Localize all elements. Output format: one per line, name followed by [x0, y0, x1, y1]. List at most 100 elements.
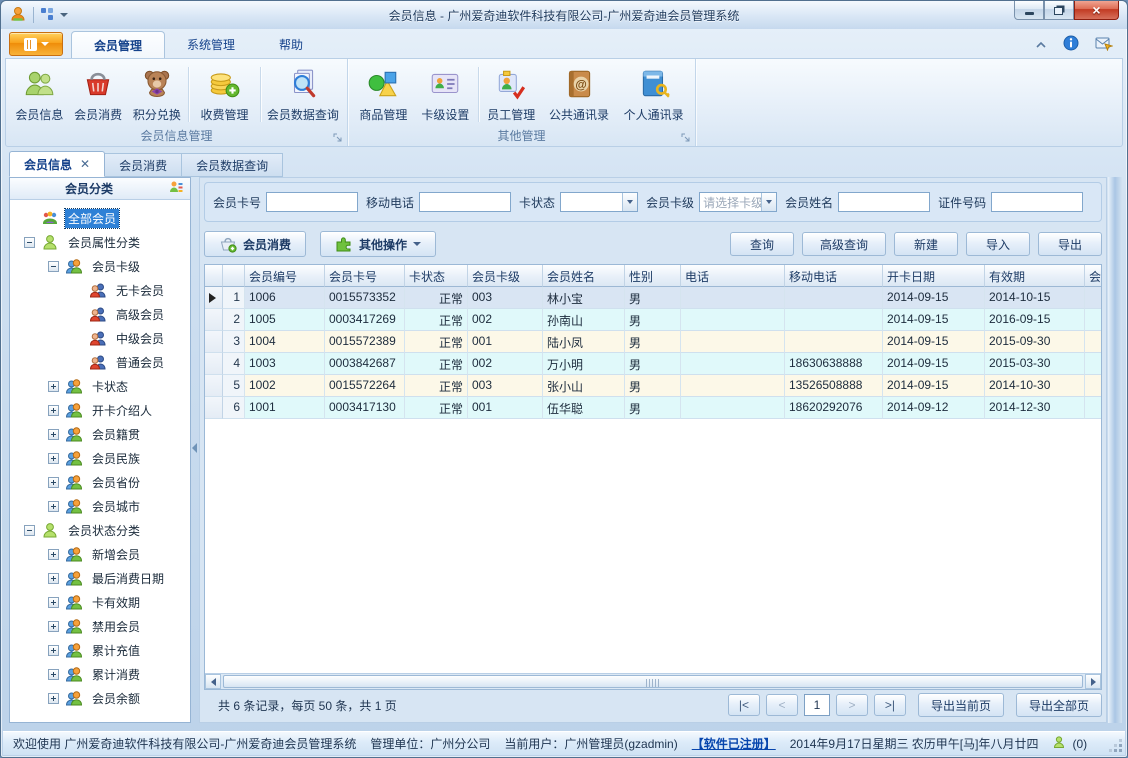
cell[interactable]: 0015572389: [325, 331, 405, 353]
cell[interactable]: [1085, 331, 1101, 353]
tree-item-label[interactable]: 会员属性分类: [65, 233, 143, 252]
expand-icon[interactable]: [48, 548, 59, 560]
tree-item-label[interactable]: 会员籍贯: [89, 425, 143, 444]
tree-item[interactable]: 禁用会员: [10, 614, 190, 638]
tree-item-label[interactable]: 中级会员: [113, 329, 167, 348]
cell[interactable]: 2014-10-30: [985, 375, 1085, 397]
export-all-pages-button[interactable]: 导出全部页: [1015, 693, 1102, 717]
expand-icon[interactable]: [48, 620, 59, 632]
mobile-input[interactable]: [419, 192, 512, 212]
ribbon-button-fee-mgmt[interactable]: 收费管理: [191, 61, 258, 128]
table-row[interactable]: 5 1002 0015572264 正常 003 张小山男 13526508888 2014-…: [205, 375, 1101, 397]
cell[interactable]: 男: [625, 353, 681, 375]
cell[interactable]: 2014-09-15: [883, 309, 985, 331]
tree-item[interactable]: 累计消费: [10, 662, 190, 686]
expand-icon[interactable]: [48, 380, 59, 392]
cell[interactable]: 2014-10-15: [985, 287, 1085, 309]
tree-item-label[interactable]: 累计消费: [89, 665, 143, 684]
ribbon-button-staff-mgmt[interactable]: 员工管理: [481, 61, 542, 128]
collapse-ribbon-icon[interactable]: [1035, 38, 1047, 52]
dialog-launcher-icon[interactable]: [680, 132, 692, 144]
ribbon-button-card-level-settings[interactable]: 卡级设置: [415, 61, 476, 128]
cell[interactable]: [1085, 287, 1101, 309]
column-header[interactable]: 有效期: [985, 265, 1085, 287]
ribbon-tab-system-mgmt[interactable]: 系统管理: [165, 31, 257, 58]
doc-tab-member-info[interactable]: 会员信息 ✕: [9, 151, 106, 177]
cell[interactable]: 林小宝: [543, 287, 625, 309]
cell[interactable]: 伍华聪: [543, 397, 625, 419]
table-row[interactable]: 1 1006 0015573352 正常 003 林小宝男 2014-09-15 2014-1…: [205, 287, 1101, 309]
cell[interactable]: 正常: [405, 287, 468, 309]
tree-item-label[interactable]: 高级会员: [113, 305, 167, 324]
cell[interactable]: 2014-12-30: [985, 397, 1085, 419]
cell[interactable]: 003: [468, 375, 543, 397]
doc-tab-member-consume[interactable]: 会员消费: [105, 153, 183, 177]
collapse-icon[interactable]: [24, 524, 35, 536]
cell[interactable]: [1085, 375, 1101, 397]
cell[interactable]: 1001: [245, 397, 325, 419]
cell[interactable]: 2014-09-15: [883, 353, 985, 375]
cell[interactable]: 1002: [245, 375, 325, 397]
expand-icon[interactable]: [48, 476, 59, 488]
column-header[interactable]: 会员卡级: [468, 265, 543, 287]
cell[interactable]: [681, 309, 785, 331]
cell[interactable]: 2014-09-12: [883, 397, 985, 419]
cell[interactable]: 男: [625, 287, 681, 309]
collapse-icon[interactable]: [48, 260, 59, 272]
tree-item-label[interactable]: 无卡会员: [113, 281, 167, 300]
cell[interactable]: 正常: [405, 331, 468, 353]
card-status-select[interactable]: [560, 192, 639, 212]
cell[interactable]: [681, 353, 785, 375]
close-tab-icon[interactable]: ✕: [80, 158, 90, 170]
cell[interactable]: [1085, 353, 1101, 375]
expand-icon[interactable]: [48, 452, 59, 464]
cell[interactable]: 正常: [405, 375, 468, 397]
advanced-query-button[interactable]: 高级查询: [802, 232, 886, 256]
export-button[interactable]: 导出: [1038, 232, 1102, 256]
member-name-input[interactable]: [838, 192, 931, 212]
collapse-icon[interactable]: [24, 236, 35, 248]
cell[interactable]: 1006: [245, 287, 325, 309]
table-row[interactable]: 4 1003 0003842687 正常 002 万小明男 18630638888 2014-…: [205, 353, 1101, 375]
cell[interactable]: [681, 397, 785, 419]
new-button[interactable]: 新建: [894, 232, 958, 256]
tree-item[interactable]: 高级会员: [10, 302, 190, 326]
scrollbar-thumb[interactable]: [223, 675, 1083, 688]
cell[interactable]: 1004: [245, 331, 325, 353]
cell[interactable]: 2014-09-15: [883, 287, 985, 309]
tree-item-label[interactable]: 开卡介绍人: [89, 401, 155, 420]
expand-icon[interactable]: [48, 596, 59, 608]
tree-item-label[interactable]: 卡状态: [89, 377, 131, 396]
other-actions-button[interactable]: 其他操作: [320, 231, 437, 257]
cell[interactable]: [681, 375, 785, 397]
cell[interactable]: [681, 287, 785, 309]
horizontal-scrollbar[interactable]: [205, 673, 1101, 689]
import-button[interactable]: 导入: [966, 232, 1030, 256]
ribbon-button-goods-mgmt[interactable]: 商品管理: [352, 61, 415, 128]
cell[interactable]: 0003417269: [325, 309, 405, 331]
cell[interactable]: 1003: [245, 353, 325, 375]
cell[interactable]: 2015-03-30: [985, 353, 1085, 375]
tree-item[interactable]: 会员籍贯: [10, 422, 190, 446]
tree-item[interactable]: 会员民族: [10, 446, 190, 470]
tree-item[interactable]: 开卡介绍人: [10, 398, 190, 422]
next-page-button[interactable]: >: [835, 694, 868, 716]
expand-icon[interactable]: [48, 668, 59, 680]
tree-item-label[interactable]: 会员省份: [89, 473, 143, 492]
member-settings-icon[interactable]: [168, 179, 186, 198]
tree-item-label[interactable]: 会员卡级: [89, 257, 143, 276]
tree-item-label[interactable]: 禁用会员: [89, 617, 143, 636]
column-header[interactable]: 会员姓名: [543, 265, 625, 287]
prev-page-button[interactable]: <: [765, 694, 798, 716]
cell[interactable]: 002: [468, 353, 543, 375]
query-button[interactable]: 查询: [730, 232, 794, 256]
cell[interactable]: 0015572264: [325, 375, 405, 397]
expand-icon[interactable]: [48, 572, 59, 584]
cell[interactable]: [1085, 397, 1101, 419]
cell[interactable]: 1005: [245, 309, 325, 331]
expand-icon[interactable]: [48, 692, 59, 704]
ribbon-button-member-info[interactable]: 会员信息: [10, 61, 69, 128]
tree-item[interactable]: 会员卡级: [10, 254, 190, 278]
cell[interactable]: [785, 287, 883, 309]
ribbon-button-points-exchange[interactable]: 积分兑换: [127, 61, 186, 128]
